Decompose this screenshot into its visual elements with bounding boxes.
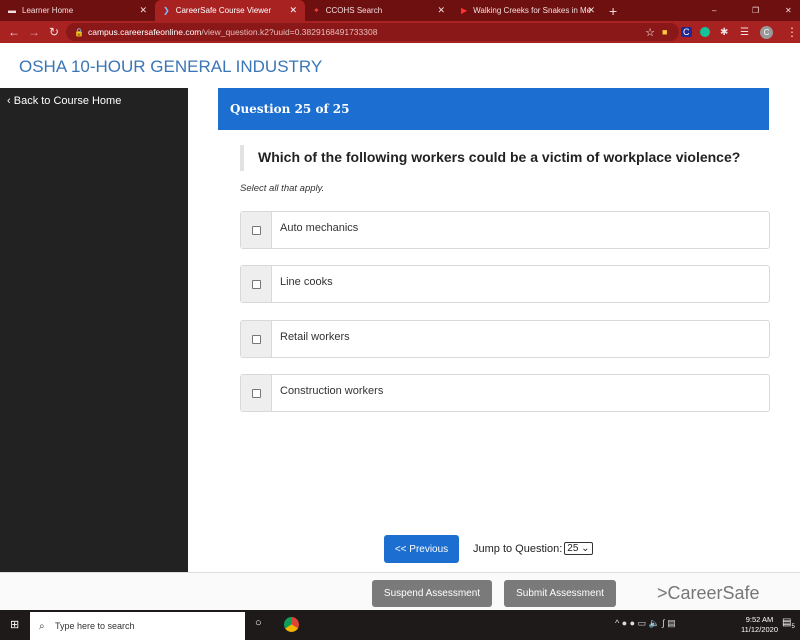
tab-youtube[interactable]: ▶ Walking Creeks for Snakes in Me ✕	[453, 0, 603, 21]
close-tab-icon[interactable]: ✕	[289, 5, 297, 16]
checkbox[interactable]	[251, 388, 261, 398]
extension-c-icon[interactable]: C	[681, 27, 692, 37]
tab-careersafe-course-viewer[interactable]: ❯ CareerSafe Course Viewer ✕	[155, 0, 305, 21]
browser-tab-bar: ▬ Learner Home ✕ ❯ CareerSafe Course Viewer…	[0, 0, 800, 21]
chevron-left-icon: ‹	[7, 95, 14, 107]
jump-to-question: Jump to Question: 25 ⌄	[473, 542, 593, 555]
page-title: OSHA 10-HOUR GENERAL INDUSTRY	[19, 57, 323, 76]
minimize-icon[interactable]: –	[712, 6, 716, 15]
restore-icon[interactable]: ❐	[752, 6, 759, 15]
instruction-text: Select all that apply.	[240, 183, 325, 194]
grammarly-icon[interactable]	[700, 27, 710, 37]
new-tab-button[interactable]: +	[609, 3, 617, 19]
task-view-icon[interactable]: ○	[255, 617, 262, 629]
careersafe-logo: >CareerSafe	[657, 583, 760, 603]
tab-ccohs-search[interactable]: ✦ CCOHS Search ✕	[305, 0, 453, 21]
taskbar-search-input[interactable]: ⌕ Type here to search	[30, 612, 245, 640]
answer-option[interactable]: Auto mechanics	[240, 211, 770, 249]
question-text: Which of the following workers could be …	[240, 145, 740, 171]
checkbox[interactable]	[251, 279, 261, 289]
taskbar-clock[interactable]: 9:52 AM 11/12/2020	[741, 615, 778, 635]
tab-learner-home[interactable]: ▬ Learner Home ✕	[0, 0, 155, 21]
close-tab-icon[interactable]: ✕	[139, 5, 147, 16]
answer-option[interactable]: Construction workers	[240, 374, 770, 412]
close-tab-icon[interactable]: ✕	[437, 5, 445, 16]
checkbox[interactable]	[251, 225, 261, 235]
bookmark-star-icon[interactable]: ☆	[645, 26, 655, 39]
back-to-course-home-link[interactable]: ‹ Back to Course Home	[7, 95, 121, 107]
checkbox[interactable]	[251, 334, 261, 344]
extension-lock-icon[interactable]: ■	[662, 27, 667, 37]
youtube-icon: ▶	[461, 6, 468, 15]
url-bar[interactable]: 🔒 campus.careersafeonline.com/view_quest…	[66, 23, 679, 41]
extensions-puzzle-icon[interactable]: ✱	[720, 27, 728, 38]
maple-leaf-icon: ✦	[313, 6, 320, 15]
suspend-assessment-button[interactable]: Suspend Assessment	[372, 580, 492, 607]
close-window-icon[interactable]: ✕	[785, 6, 792, 15]
back-arrow-icon[interactable]: ←	[8, 25, 20, 39]
system-tray-icons[interactable]: ^ ● ● ▭ 🔈 ∫ ▤	[615, 618, 676, 629]
search-icon: ⌕	[39, 620, 45, 632]
answer-option[interactable]: Line cooks	[240, 265, 770, 303]
forward-arrow-icon[interactable]: →	[28, 25, 40, 39]
close-tab-icon[interactable]: ✕	[587, 5, 595, 16]
answer-option[interactable]: Retail workers	[240, 320, 770, 358]
sidebar	[0, 88, 188, 572]
question-header: Question 25 of 25	[218, 88, 769, 130]
profile-avatar[interactable]: C	[760, 25, 773, 39]
previous-button[interactable]: << Previous	[384, 535, 459, 563]
windows-start-icon[interactable]: ⊞	[10, 618, 19, 631]
reload-icon[interactable]: ↻	[49, 25, 59, 39]
jump-to-question-select[interactable]: 25 ⌄	[564, 542, 593, 555]
reading-list-icon[interactable]: ☰	[740, 27, 749, 38]
tab-favicon-icon: ▬	[8, 6, 16, 15]
menu-kebab-icon[interactable]: ⋮	[786, 25, 798, 39]
lock-icon: 🔒	[74, 27, 84, 37]
chrome-taskbar-icon[interactable]	[284, 617, 299, 632]
notifications-icon[interactable]: ▤5	[782, 617, 795, 630]
address-toolbar: ← → ↻ 🔒 campus.careersafeonline.com/view…	[0, 21, 800, 43]
submit-assessment-button[interactable]: Submit Assessment	[504, 580, 616, 607]
careersafe-favicon-icon: ❯	[163, 6, 170, 15]
